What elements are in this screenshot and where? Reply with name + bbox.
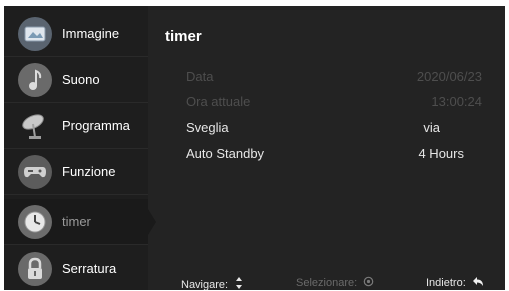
sidebar-item-timer[interactable]: timer <box>4 199 156 245</box>
satellite-dish-icon <box>18 109 52 143</box>
sidebar-item-label: Suono <box>62 72 100 87</box>
sidebar-item-label: Funzione <box>62 164 116 179</box>
music-note-icon <box>18 62 52 97</box>
gamepad-icon <box>18 154 52 189</box>
setting-row-data: Data 2020/06/23 <box>186 69 482 91</box>
setting-value: 13:00:24 <box>431 94 482 109</box>
footer-navigate-label: Navigare: <box>181 278 229 291</box>
sidebar-item-label: Immagine <box>62 26 120 41</box>
clock-icon <box>18 204 52 239</box>
setting-value[interactable]: via <box>423 120 440 135</box>
setting-label: Auto Standby <box>186 146 265 161</box>
sidebar: Immagine Suono Programma Funzione timer <box>4 6 156 290</box>
sidebar-item-label: Serratura <box>62 261 117 276</box>
sidebar-item-label: Programma <box>62 118 130 133</box>
up-down-arrows-icon <box>234 276 244 290</box>
setting-label: Sveglia <box>186 120 229 135</box>
footer-select-hint: Selezionare: <box>296 276 374 290</box>
picture-icon <box>18 16 52 51</box>
footer-select-label: Selezionare: <box>296 277 358 289</box>
footer-back-hint: Indietro: <box>426 276 484 290</box>
setting-label: Ora attuale <box>186 94 251 109</box>
sidebar-item-immagine[interactable]: Immagine <box>4 11 148 57</box>
page-title: timer <box>165 28 202 45</box>
back-arrow-icon <box>472 276 484 290</box>
sidebar-item-programma[interactable]: Programma <box>4 103 148 149</box>
setting-row-ora-attuale: Ora attuale 13:00:24 <box>186 94 482 116</box>
sidebar-item-funzione[interactable]: Funzione <box>4 149 148 195</box>
lock-icon <box>18 251 52 286</box>
footer-back-label: Indietro: <box>426 277 466 289</box>
setting-value[interactable]: 4 Hours <box>418 146 464 161</box>
setting-row-auto-standby[interactable]: Auto Standby 4 Hours <box>186 146 482 168</box>
setting-row-sveglia[interactable]: Sveglia via <box>186 120 482 142</box>
sidebar-item-serratura[interactable]: Serratura <box>4 246 148 290</box>
footer-navigate-hint: Navigare: <box>181 276 244 290</box>
tv-menu-screen: Immagine Suono Programma Funzione timer <box>4 6 505 290</box>
setting-label: Data <box>186 69 214 84</box>
sidebar-item-suono[interactable]: Suono <box>4 57 148 103</box>
ok-circle-icon <box>363 276 374 290</box>
setting-value: 2020/06/23 <box>416 69 482 84</box>
sidebar-item-label: timer <box>62 214 91 229</box>
timer-panel: timer Data 2020/06/23 Ora attuale 13:00:… <box>148 6 505 290</box>
